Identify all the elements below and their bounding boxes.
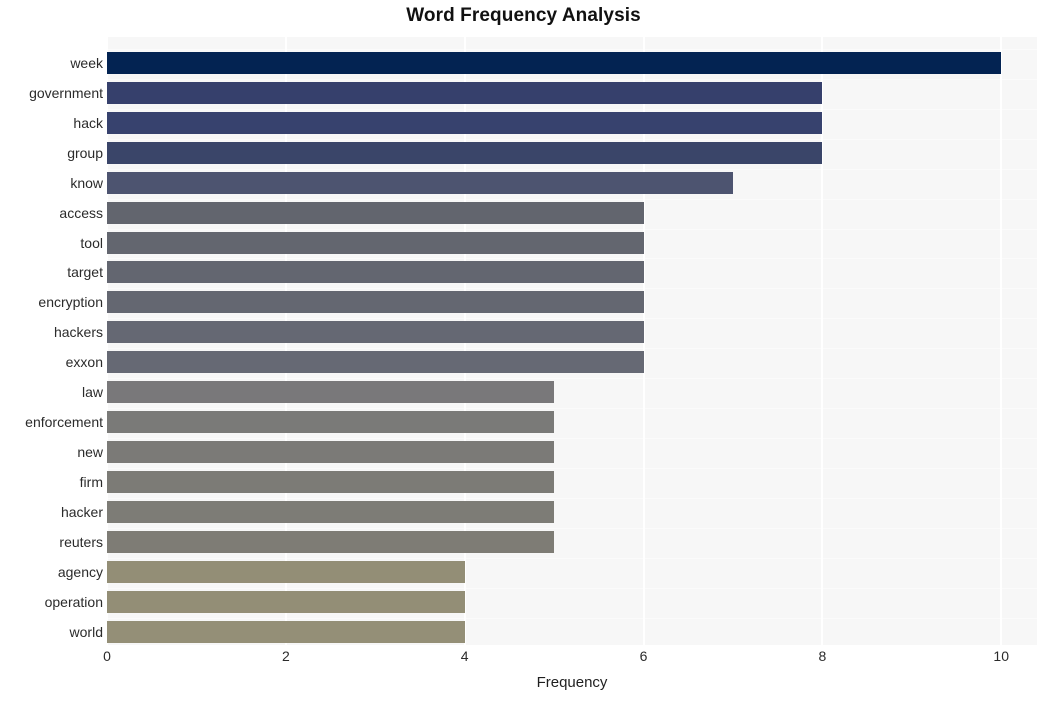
bar: [107, 351, 644, 373]
horizontal-gridline: [107, 79, 1037, 80]
horizontal-gridline: [107, 468, 1037, 469]
bar: [107, 202, 644, 224]
bar: [107, 142, 822, 164]
horizontal-gridline: [107, 288, 1037, 289]
bar: [107, 291, 644, 313]
horizontal-gridline: [107, 139, 1037, 140]
horizontal-gridline: [107, 258, 1037, 259]
horizontal-gridline: [107, 528, 1037, 529]
bar: [107, 232, 644, 254]
horizontal-gridline: [107, 199, 1037, 200]
y-axis-tick-label: firm: [79, 474, 103, 490]
chart-title: Word Frequency Analysis: [406, 5, 641, 26]
horizontal-gridline: [107, 49, 1037, 50]
horizontal-gridline: [107, 498, 1037, 499]
horizontal-gridline: [107, 558, 1037, 559]
x-axis-tick-labels: 0 2 4 6 8 10: [0, 648, 1047, 670]
plot-area: [107, 37, 1037, 645]
x-axis-tick-label: 4: [460, 648, 469, 664]
bar: [107, 501, 554, 523]
x-axis-label: Frequency: [536, 674, 608, 691]
horizontal-gridline: [107, 348, 1037, 349]
x-axis-tick-label: 6: [639, 648, 648, 664]
y-axis-tick-label: hackers: [53, 324, 103, 340]
x-axis-tick-label: 2: [281, 648, 290, 664]
word-frequency-bar-chart: Word Frequency Analysis week government ha…: [0, 0, 1047, 701]
bar: [107, 531, 554, 553]
bar: [107, 441, 554, 463]
y-axis-tick-labels: week government hack group know access tool tar…: [0, 37, 103, 645]
horizontal-gridline: [107, 588, 1037, 589]
horizontal-gridline: [107, 109, 1037, 110]
y-axis-tick-label: operation: [44, 594, 103, 610]
horizontal-gridline: [107, 408, 1037, 409]
y-axis-tick-label: reuters: [59, 534, 103, 550]
y-axis-tick-label: tool: [80, 235, 103, 251]
y-axis-tick-label: encryption: [38, 294, 103, 310]
y-axis-tick-label: enforcement: [25, 414, 103, 430]
x-axis-tick-label: 8: [818, 648, 827, 664]
horizontal-gridline: [107, 169, 1037, 170]
bar: [107, 561, 465, 583]
bar: [107, 591, 465, 613]
bar: [107, 411, 554, 433]
horizontal-gridline: [107, 438, 1037, 439]
y-axis-tick-label: agency: [57, 564, 103, 580]
y-axis-tick-label: government: [29, 85, 103, 101]
bar: [107, 321, 644, 343]
bar: [107, 112, 822, 134]
y-axis-tick-label: know: [70, 175, 103, 191]
bar: [107, 52, 1001, 74]
horizontal-gridline: [107, 378, 1037, 379]
bar: [107, 471, 554, 493]
vertical-gridline: [1000, 37, 1003, 645]
bar: [107, 82, 822, 104]
x-axis-tick-label: 0: [103, 648, 111, 664]
y-axis-tick-label: world: [69, 624, 103, 640]
y-axis-tick-label: group: [67, 145, 103, 161]
horizontal-gridline: [107, 618, 1037, 619]
y-axis-tick-label: week: [70, 55, 103, 71]
bar: [107, 621, 465, 643]
horizontal-gridline: [107, 318, 1037, 319]
bar: [107, 261, 644, 283]
y-axis-tick-label: access: [59, 205, 103, 221]
y-axis-tick-label: hacker: [60, 504, 103, 520]
y-axis-tick-label: target: [67, 264, 103, 280]
y-axis-tick-label: hack: [73, 115, 103, 131]
y-axis-tick-label: new: [77, 444, 103, 460]
y-axis-tick-label: law: [81, 384, 103, 400]
y-axis-tick-label: exxon: [65, 354, 103, 370]
x-axis-tick-label: 10: [993, 648, 1010, 664]
bar: [107, 381, 554, 403]
bar: [107, 172, 733, 194]
horizontal-gridline: [107, 229, 1037, 230]
